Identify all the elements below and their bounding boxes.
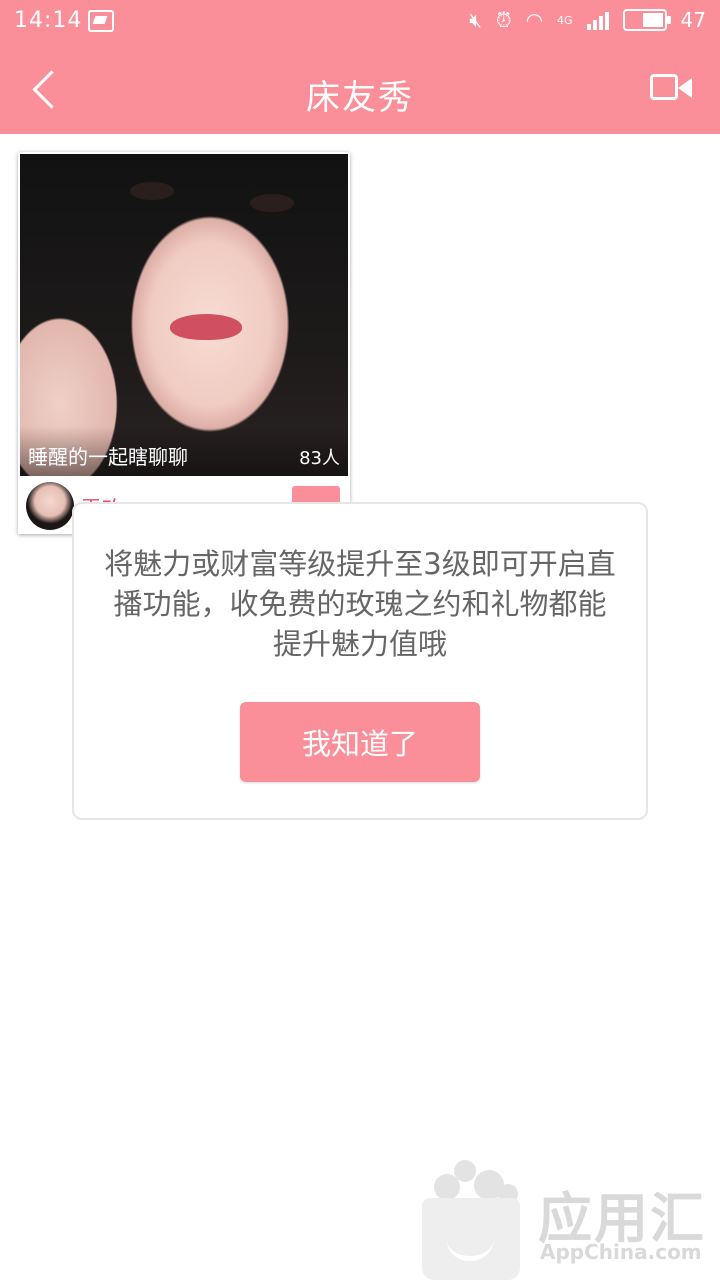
watermark-dot (434, 1174, 460, 1200)
image-notification-icon (88, 10, 114, 32)
confirm-button[interactable]: 我知道了 (240, 702, 480, 782)
video-camera-icon[interactable] (650, 72, 694, 104)
avatar[interactable] (26, 482, 74, 530)
cover-eye-left (130, 182, 174, 200)
signal-icon (586, 10, 609, 30)
mute-icon: 🔇︎ (469, 8, 482, 32)
dialog-message: 将魅力或财富等级提升至3级即可开启直播功能，收免费的玫瑰之约和礼物都能提升魅力值… (104, 547, 616, 661)
watermark-bag-icon (422, 1198, 520, 1280)
page-title: 床友秀 (306, 78, 414, 118)
battery-level: 47 (680, 8, 706, 32)
live-caption: 睡醒的一起瞎聊聊 (28, 445, 188, 469)
appchina-watermark: 应用汇 AppChina.com (420, 1160, 720, 1280)
network-type-label: 4G (557, 13, 573, 27)
live-cover-image[interactable]: 睡醒的一起瞎聊聊 83人 (20, 154, 348, 476)
system-icons: 🔇︎ ⏰︎ ◠ 4G 47 (469, 8, 706, 32)
status-bar: 14:14 🔇︎ ⏰︎ ◠ 4G 47 (0, 0, 720, 44)
cover-eye-right (250, 194, 294, 212)
wifi-icon: ◠ (525, 8, 544, 32)
viewer-count: 83人 (299, 448, 340, 469)
status-time: 14:14 (14, 8, 83, 33)
battery-icon (622, 9, 671, 31)
live-room-card[interactable]: 睡醒的一起瞎聊聊 83人 雷玫 (18, 152, 350, 534)
upgrade-dialog: 将魅力或财富等级提升至3级即可开启直播功能，收免费的玫瑰之约和礼物都能提升魅力值… (72, 502, 648, 820)
watermark-text-en: AppChina.com (540, 1240, 702, 1264)
alarm-icon: ⏰︎ (495, 8, 512, 32)
app-bar: 床友秀 (0, 44, 720, 134)
cover-lips (170, 314, 242, 340)
